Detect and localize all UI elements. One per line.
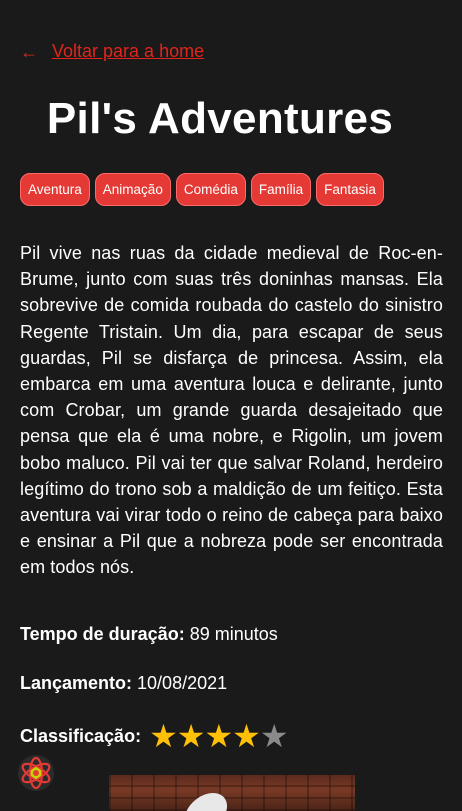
- release-row: Lançamento: 10/08/2021: [20, 673, 227, 694]
- genre-list: Aventura Animação Comédia Família Fantas…: [20, 173, 384, 206]
- star-icon: ★: [259, 718, 289, 754]
- star-icon: ★: [149, 718, 178, 754]
- movie-poster: [109, 775, 355, 811]
- duration-label: Tempo de duração:: [20, 624, 185, 644]
- duration-row: Tempo de duração: 89 minutos: [20, 624, 278, 645]
- genre-chip[interactable]: Família: [250, 173, 312, 206]
- react-atom-icon[interactable]: [17, 754, 55, 792]
- star-icon: ★: [176, 718, 206, 754]
- rating-stars: ★ ★ ★ ★ ★: [149, 718, 289, 754]
- star-icon: ★: [204, 718, 234, 754]
- genre-chip[interactable]: Comédia: [175, 173, 246, 206]
- release-label: Lançamento:: [20, 673, 133, 693]
- back-link-label: Voltar para a home: [52, 41, 205, 61]
- genre-chip[interactable]: Aventura: [20, 173, 90, 206]
- star-icon: ★: [232, 718, 261, 754]
- movie-synopsis: Pil vive nas ruas da cidade medieval de …: [20, 243, 443, 578]
- movie-title: Pil's Adventures: [46, 94, 394, 143]
- back-to-home-link[interactable]: ← Voltar para a home: [20, 41, 204, 62]
- duration-value: 89 minutos: [184, 624, 278, 644]
- arrow-left-icon: ←: [20, 41, 38, 62]
- genre-chip[interactable]: Animação: [94, 173, 171, 206]
- rating-row: Classificação: ★ ★ ★ ★ ★: [20, 718, 289, 754]
- release-value: 10/08/2021: [132, 673, 228, 693]
- movie-detail-page: ← Voltar para a home Pil's Adventures Av…: [0, 0, 462, 811]
- genre-chip[interactable]: Fantasia: [316, 173, 384, 206]
- rating-label: Classificação:: [20, 725, 142, 746]
